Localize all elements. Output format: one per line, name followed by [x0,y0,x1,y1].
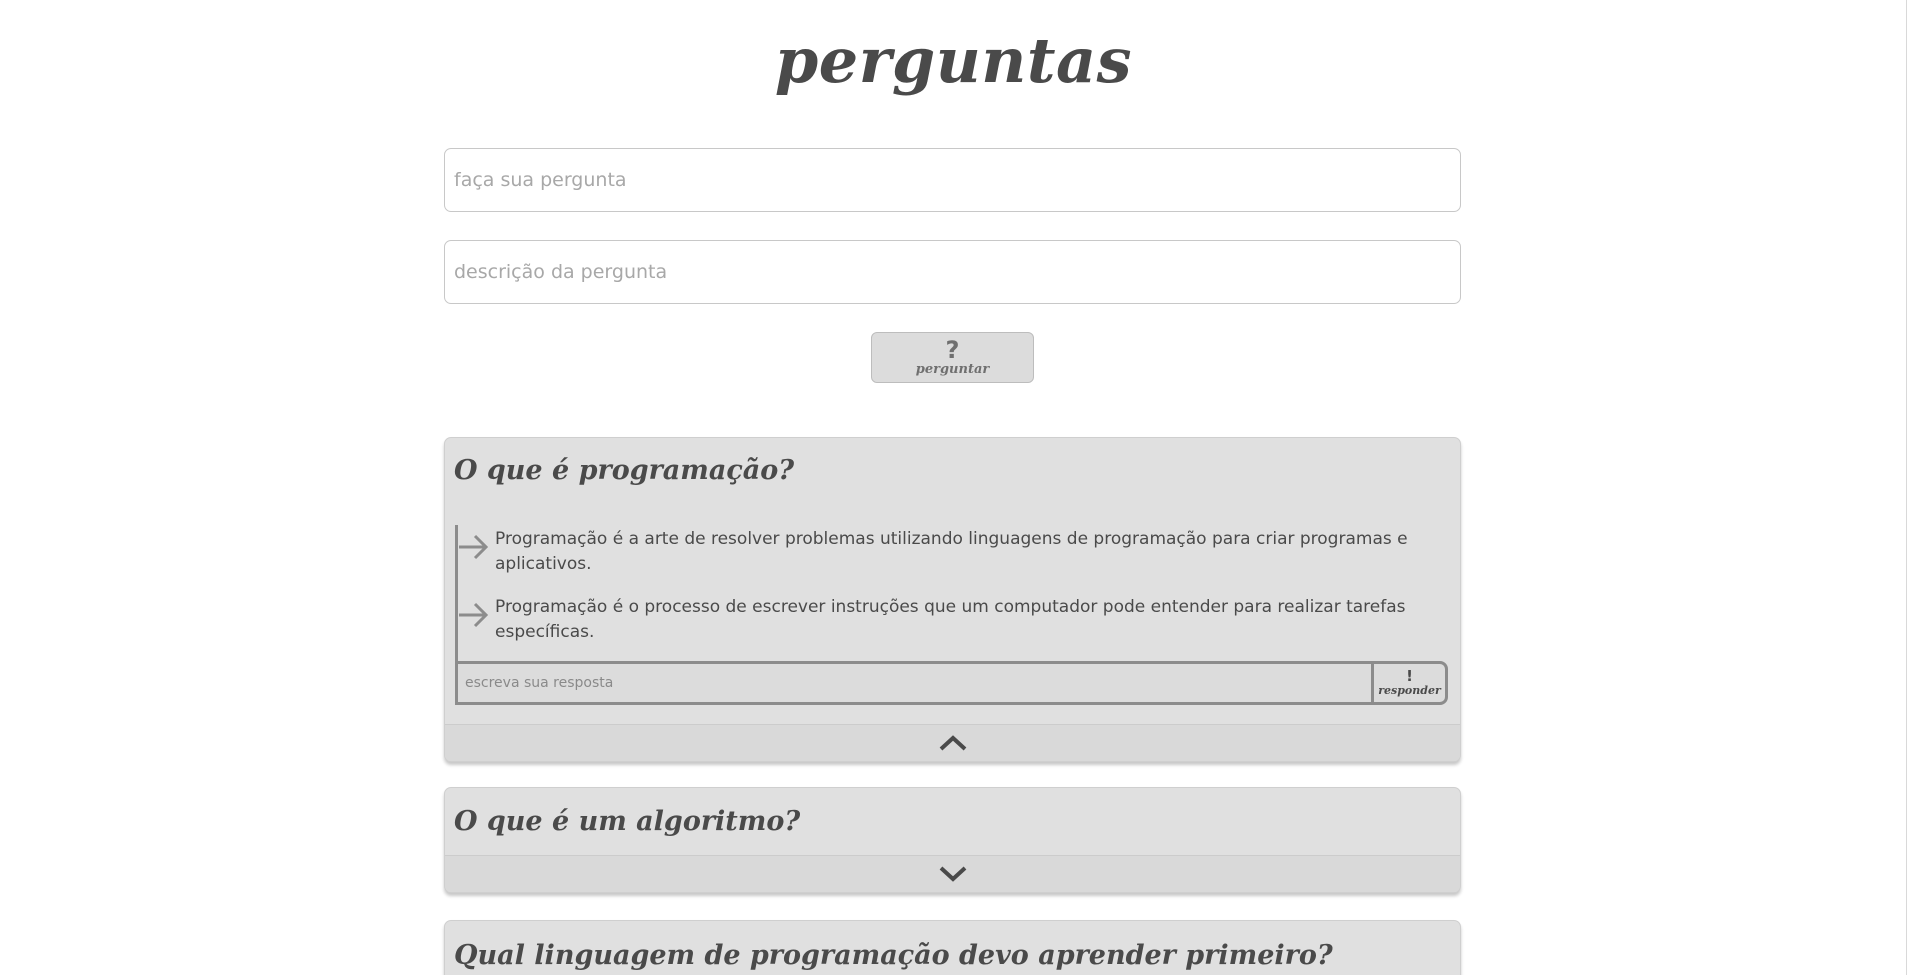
collapse-toggle[interactable] [445,724,1460,761]
ask-button-label: perguntar [915,361,990,377]
question-title: O que é programação? [454,455,795,486]
answer-item: Programação é o processo de escrever ins… [455,593,1445,661]
question-description-input[interactable] [444,240,1461,304]
answer-text: Programação é o processo de escrever ins… [495,597,1406,642]
answer-text: Programação é a arte de resolver problem… [495,529,1408,574]
chevron-up-icon [939,735,966,751]
chevron-down-icon [939,866,966,882]
question-mark-icon: ? [945,335,960,364]
page-title: perguntas [774,24,1133,97]
question-card: Qual linguagem de programação devo apren… [444,920,1461,975]
question-card: O que é programação? Programação é a art… [444,437,1461,762]
reply-arrow-icon [459,534,489,560]
question-title: Qual linguagem de programação devo apren… [454,940,1333,971]
answer-list: Programação é a arte de resolver problem… [455,525,1445,661]
reply-button-label: responder [1378,683,1441,697]
question-input[interactable] [444,148,1461,212]
answer-item: Programação é a arte de resolver problem… [455,525,1445,593]
expand-toggle[interactable] [445,855,1460,892]
page: perguntas ? perguntar O que é programaçã… [0,0,1907,975]
question-title: O que é um algoritmo? [454,806,801,837]
reply-arrow-icon [459,602,489,628]
question-card: O que é um algoritmo? [444,787,1461,893]
reply-form: ! responder [455,661,1450,705]
exclamation-icon: ! [1406,666,1413,685]
reply-input[interactable] [455,661,1373,705]
reply-button[interactable]: ! responder [1371,661,1448,705]
ask-question-button[interactable]: ? perguntar [871,332,1034,383]
